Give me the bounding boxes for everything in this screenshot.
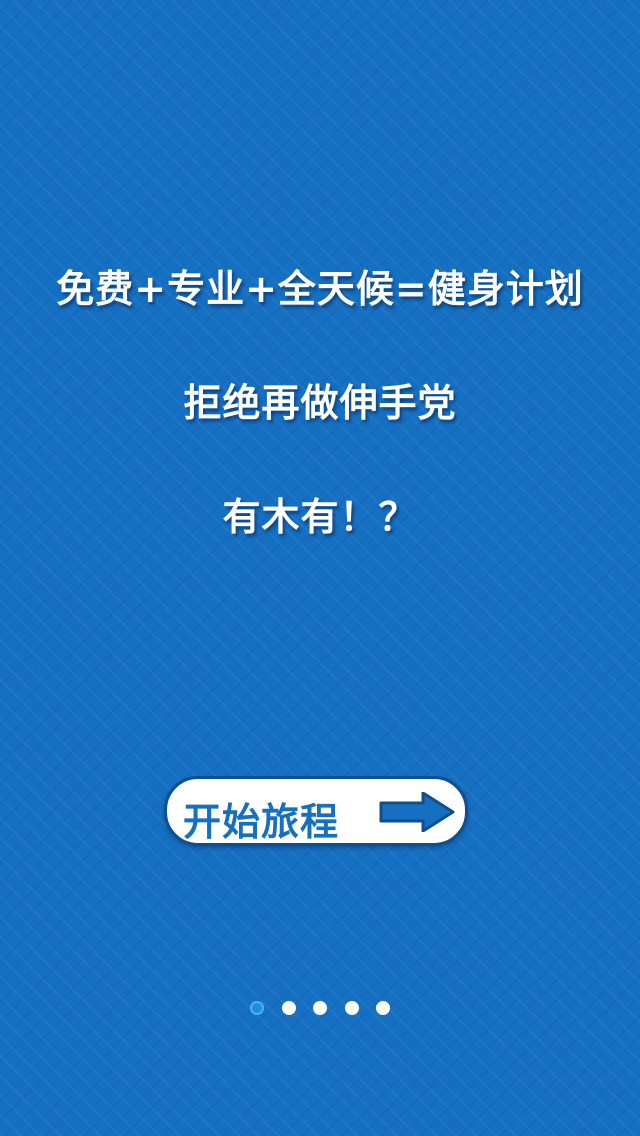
start-journey-button[interactable]: 开始旅程 [164,776,468,846]
arrow-right-icon [379,792,455,832]
page-dot-2[interactable] [281,1001,296,1015]
page-dot-3[interactable] [313,1001,327,1015]
page-dot-5[interactable] [376,1001,390,1015]
onboarding-screen[interactable]: 免费+专业+全天候=健身计划 拒绝再做伸手党 有木有！？ 开始旅程 [0,0,640,1136]
headline-line-2: 拒绝再做伸手党 [183,381,457,425]
page-dot-4[interactable] [344,1001,359,1015]
page-indicator [250,1000,390,1016]
page-dot-1[interactable] [250,1001,264,1015]
headline-line-3: 有木有！？ [222,495,418,539]
headline-line-1: 免费+专业+全天候=健身计划 [56,267,584,311]
start-journey-label: 开始旅程 [183,800,340,844]
